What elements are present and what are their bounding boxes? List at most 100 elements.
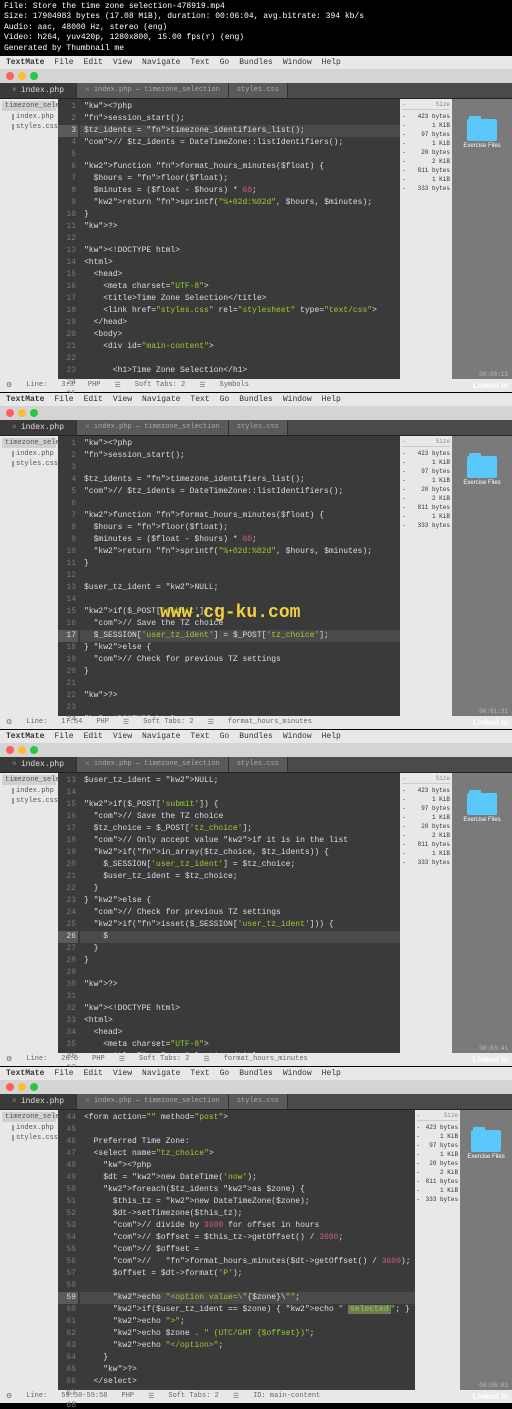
tab-path[interactable]: ×index.php — timezone_selection xyxy=(77,757,229,772)
menu-navigate[interactable]: Navigate xyxy=(142,732,180,741)
menu-icon[interactable]: ☰ xyxy=(148,1392,154,1401)
code-editor[interactable]: 1234567891011121314151617181920212223242… xyxy=(58,99,400,379)
tab-path[interactable]: ×index.php — timezone_selection xyxy=(77,420,229,435)
menu-icon[interactable]: ☰ xyxy=(208,718,214,727)
maximize-icon[interactable] xyxy=(30,409,38,417)
gear-icon[interactable]: ⚙ xyxy=(6,381,12,390)
menu-text[interactable]: Text xyxy=(190,732,209,741)
minimize-icon[interactable] xyxy=(18,409,26,417)
menu-file[interactable]: File xyxy=(54,395,73,404)
menu-edit[interactable]: Edit xyxy=(84,395,103,404)
menu-bundles[interactable]: Bundles xyxy=(239,58,273,67)
folder-icon[interactable] xyxy=(467,119,497,141)
close-icon[interactable] xyxy=(6,1083,14,1091)
close-icon[interactable]: × xyxy=(12,760,17,769)
tab-styles[interactable]: styles.css xyxy=(229,757,288,772)
menu-go[interactable]: Go xyxy=(220,395,230,404)
close-icon[interactable]: × xyxy=(85,423,90,432)
tab-styles[interactable]: styles.css xyxy=(229,1094,288,1109)
menu-bundles[interactable]: Bundles xyxy=(239,1069,273,1078)
sidebar-folder[interactable]: timezone_sele... xyxy=(2,101,56,111)
sidebar-file[interactable]: styles.css xyxy=(2,459,56,469)
menu-window[interactable]: Window xyxy=(283,1069,312,1078)
sidebar-file[interactable]: index.php xyxy=(2,112,56,122)
menu-bundles[interactable]: Bundles xyxy=(239,395,273,404)
close-icon[interactable]: × xyxy=(12,423,17,432)
minimize-icon[interactable] xyxy=(18,72,26,80)
sidebar-file[interactable]: index.php xyxy=(2,786,56,796)
status-lang[interactable]: PHP xyxy=(122,1392,135,1400)
menu-go[interactable]: Go xyxy=(220,732,230,741)
menu-help[interactable]: Help xyxy=(322,395,341,404)
menu-icon[interactable]: ☰ xyxy=(123,718,129,727)
code-editor[interactable]: 4445464748495051525354555657585960616263… xyxy=(58,1110,415,1390)
close-icon[interactable]: × xyxy=(12,86,17,95)
menu-edit[interactable]: Edit xyxy=(84,1069,103,1078)
menu-window[interactable]: Window xyxy=(283,58,312,67)
gear-icon[interactable]: ⚙ xyxy=(6,1392,12,1401)
folder-icon[interactable] xyxy=(467,456,497,478)
close-icon[interactable]: × xyxy=(85,86,90,95)
close-icon[interactable] xyxy=(6,72,14,80)
menu-navigate[interactable]: Navigate xyxy=(142,395,180,404)
menu-edit[interactable]: Edit xyxy=(84,58,103,67)
menu-icon[interactable]: ☰ xyxy=(119,1055,125,1064)
menu-navigate[interactable]: Navigate xyxy=(142,58,180,67)
menu-go[interactable]: Go xyxy=(220,1069,230,1078)
status-tabs[interactable]: Soft Tabs: 2 xyxy=(135,381,185,389)
menu-navigate[interactable]: Navigate xyxy=(142,1069,180,1078)
menu-icon[interactable]: ☰ xyxy=(233,1392,239,1401)
status-symbol[interactable]: ID: main-content xyxy=(253,1392,320,1400)
menu-bundles[interactable]: Bundles xyxy=(239,732,273,741)
close-icon[interactable]: × xyxy=(85,760,90,769)
sidebar-file[interactable]: styles.css xyxy=(2,122,56,132)
menu-window[interactable]: Window xyxy=(283,732,312,741)
close-icon[interactable] xyxy=(6,746,14,754)
status-symbol[interactable]: format_hours_minutes xyxy=(228,718,312,726)
gear-icon[interactable]: ⚙ xyxy=(6,718,12,727)
tab-index[interactable]: ×index.php xyxy=(0,757,77,772)
menu-file[interactable]: File xyxy=(54,732,73,741)
folder-icon[interactable] xyxy=(471,1130,501,1152)
status-tabs[interactable]: Soft Tabs: 2 xyxy=(139,1055,189,1063)
menu-icon[interactable]: ☰ xyxy=(203,1055,209,1064)
tab-index[interactable]: ×index.php xyxy=(0,1094,77,1109)
maximize-icon[interactable] xyxy=(30,1083,38,1091)
status-tabs[interactable]: Soft Tabs: 2 xyxy=(143,718,193,726)
menu-icon[interactable]: ☰ xyxy=(199,381,205,390)
status-lang[interactable]: PHP xyxy=(88,381,101,389)
status-symbol[interactable]: format_hours_minutes xyxy=(224,1055,308,1063)
code-content[interactable]: "kw"><?php"fn">session_start();$tz_ident… xyxy=(80,99,400,379)
menu-go[interactable]: Go xyxy=(220,58,230,67)
code-editor[interactable]: 1314151617181920212223242526272829303132… xyxy=(58,773,400,1053)
folder-icon[interactable] xyxy=(467,793,497,815)
menu-icon[interactable]: ☰ xyxy=(115,381,121,390)
tab-styles[interactable]: styles.css xyxy=(229,83,288,98)
menu-view[interactable]: View xyxy=(113,58,132,67)
menu-file[interactable]: File xyxy=(54,58,73,67)
code-content[interactable]: <form action="" method="post"> Preferred… xyxy=(80,1110,415,1390)
code-content[interactable]: "kw"><?php"fn">session_start(); $tz_iden… xyxy=(80,436,400,716)
sidebar-file[interactable]: index.php xyxy=(2,1123,56,1133)
menu-view[interactable]: View xyxy=(113,395,132,404)
menu-help[interactable]: Help xyxy=(322,58,341,67)
menu-file[interactable]: File xyxy=(54,1069,73,1078)
code-content[interactable]: $user_tz_ident = "kw2">NULL; "kw2">if($_… xyxy=(80,773,400,1053)
menu-text[interactable]: Text xyxy=(190,395,209,404)
menu-text[interactable]: Text xyxy=(190,58,209,67)
sidebar-folder[interactable]: timezone_sele... xyxy=(2,1112,56,1122)
status-tabs[interactable]: Soft Tabs: 2 xyxy=(168,1392,218,1400)
sidebar-folder[interactable]: timezone_sele... xyxy=(2,775,56,785)
minimize-icon[interactable] xyxy=(18,746,26,754)
menu-window[interactable]: Window xyxy=(283,395,312,404)
close-icon[interactable] xyxy=(6,409,14,417)
code-editor[interactable]: 123456789101112131415161718192021222324 … xyxy=(58,436,400,716)
status-lang[interactable]: PHP xyxy=(92,1055,105,1063)
close-icon[interactable]: × xyxy=(12,1097,17,1106)
tab-index[interactable]: ×index.php xyxy=(0,420,77,435)
menu-help[interactable]: Help xyxy=(322,732,341,741)
tab-styles[interactable]: styles.css xyxy=(229,420,288,435)
tab-path[interactable]: ×index.php — timezone_selection xyxy=(77,1094,229,1109)
menu-view[interactable]: View xyxy=(113,732,132,741)
maximize-icon[interactable] xyxy=(30,72,38,80)
